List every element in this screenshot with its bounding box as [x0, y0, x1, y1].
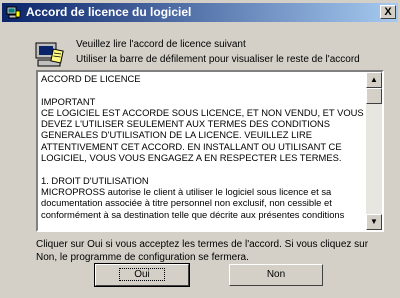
scroll-down-button[interactable]: ▼ — [366, 214, 382, 230]
setup-app-icon — [6, 6, 21, 19]
yes-button[interactable]: Oui — [94, 263, 190, 287]
license-text-area[interactable]: ACCORD DE LICENCE IMPORTANT CE LOGICIEL … — [36, 70, 384, 232]
yes-button-label: Oui — [119, 268, 165, 281]
footer-instruction: Cliquer sur Oui si vous acceptez les ter… — [36, 239, 369, 263]
no-button[interactable]: Non — [229, 264, 323, 286]
scroll-up-button[interactable]: ▲ — [366, 72, 382, 88]
window-title: Accord de licence du logiciel — [26, 5, 192, 19]
license-dialog: Accord de licence du logiciel X Veuillez… — [0, 0, 400, 298]
no-button-label: Non — [266, 269, 286, 280]
license-text: ACCORD DE LICENCE IMPORTANT CE LOGICIEL … — [41, 73, 364, 220]
vertical-scrollbar[interactable]: ▲ ▼ — [366, 72, 382, 230]
computer-setup-icon — [35, 42, 64, 67]
scroll-thumb[interactable] — [366, 88, 382, 104]
scroll-down-arrow-icon: ▼ — [370, 217, 378, 226]
scroll-up-arrow-icon: ▲ — [370, 75, 378, 84]
header-instruction-1: Veuillez lire l'accord de licence suivan… — [76, 39, 246, 50]
title-bar[interactable]: Accord de licence du logiciel X — [2, 3, 398, 22]
header-instruction-2: Utiliser la barre de défilement pour vis… — [76, 54, 360, 65]
close-button[interactable]: X — [380, 5, 396, 19]
